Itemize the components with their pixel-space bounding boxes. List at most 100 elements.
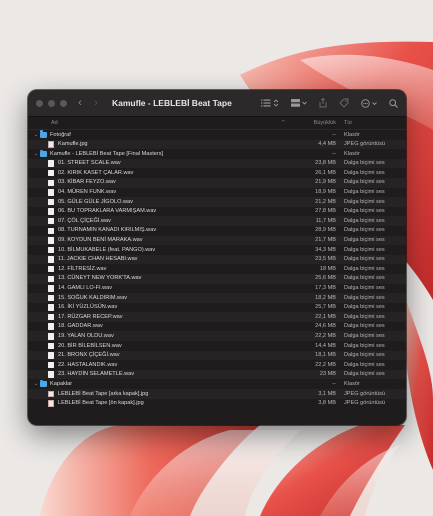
audio-file-icon bbox=[48, 333, 54, 340]
item-size: 25,6 MB bbox=[315, 275, 336, 282]
item-kind: Dalga biçimi ses bbox=[344, 208, 385, 215]
file-row[interactable]: 15. SOĞUK KALDIRIM.wav 18,2 MB Dalga biçim… bbox=[28, 293, 406, 303]
disclosure-triangle-icon[interactable]: ⌄ bbox=[34, 132, 38, 138]
item-kind: Dalga biçimi ses bbox=[344, 198, 385, 205]
item-name: 11. JACKIE CHAN HESABI.wav bbox=[58, 256, 138, 263]
item-name: Kamufle.jpg bbox=[58, 141, 88, 148]
forward-button[interactable]: › bbox=[92, 97, 100, 109]
audio-file-icon bbox=[48, 265, 54, 273]
item-size: 24,6 MB bbox=[315, 323, 336, 330]
back-button[interactable]: ‹ bbox=[76, 97, 84, 109]
file-row[interactable]: 20. BİR BİLEBİLSEN.wav 14,4 MB Dalga biçim… bbox=[28, 341, 406, 351]
item-name: 02. KIRIK KASET ÇALAR.wav bbox=[58, 169, 134, 176]
file-row[interactable]: 23. HAYDİN SELAMETLE.wav 23 MB Dalga biçim… bbox=[28, 369, 406, 380]
list-view-icon[interactable] bbox=[261, 99, 279, 107]
audio-file-icon bbox=[48, 275, 54, 282]
file-row[interactable]: 02. KIRIK KASET ÇALAR.wav 26,1 MB Dalga bi… bbox=[28, 168, 406, 178]
file-row[interactable]: LEBLEBİ Beat Tape [ön kapak].jpg 3,8 MB JP… bbox=[28, 399, 406, 409]
search-icon[interactable] bbox=[389, 98, 398, 108]
window-toolbar: ‹ › Kamufle - LEBLEBİ Beat Tape bbox=[28, 90, 406, 117]
item-size: 23 MB bbox=[319, 371, 336, 378]
item-name: 13. CÜNEYT NEW YORK'TA.wav bbox=[58, 275, 142, 282]
item-size: 34,3 MB bbox=[315, 246, 336, 253]
file-row[interactable]: 06. BU TOPRAKLARA VARMIŞAM.wav 27,8 MB Dal… bbox=[28, 207, 406, 217]
file-row[interactable]: 22. HASTALANDIK.wav 22,2 MB Dalga biçimi s… bbox=[28, 360, 406, 370]
file-row[interactable]: 04. MÜREN FUNK.wav 18,9 MB Dalga biçimi se… bbox=[28, 188, 406, 198]
window-controls bbox=[36, 99, 67, 107]
share-icon[interactable] bbox=[319, 98, 327, 108]
more-actions-icon[interactable] bbox=[361, 98, 377, 108]
item-name: 10. BİLMUKABELE (feat. PANGO).wav bbox=[58, 246, 156, 253]
item-size: 3,8 MB bbox=[318, 400, 336, 407]
audio-file-icon bbox=[48, 352, 54, 359]
folder-icon bbox=[40, 379, 47, 388]
item-name: 19. YALAN OLDU.wav bbox=[58, 332, 114, 339]
minimize-button[interactable] bbox=[48, 99, 55, 107]
column-kind-header[interactable]: Tür bbox=[344, 120, 352, 126]
item-size: 14,4 MB bbox=[315, 342, 336, 349]
item-kind: Dalga biçimi ses bbox=[344, 285, 385, 291]
audio-file-icon bbox=[48, 217, 54, 225]
item-size: 18,2 MB bbox=[315, 294, 336, 301]
audio-file-icon bbox=[48, 285, 54, 292]
item-kind: Dalga biçimi ses bbox=[344, 246, 385, 253]
file-row[interactable]: 16. İKİ YÜZLÜSÜN.wav 25,7 MB Dalga biçimi … bbox=[28, 303, 406, 313]
disclosure-triangle-icon[interactable]: ⌄ bbox=[34, 381, 38, 387]
audio-file-icon bbox=[48, 208, 54, 215]
group-view-icon[interactable] bbox=[291, 99, 307, 107]
zoom-button[interactable] bbox=[60, 99, 67, 107]
item-size: 17,3 MB bbox=[315, 285, 336, 291]
file-row[interactable]: Kamufle.jpg 4,4 MB JPEG görüntüsü bbox=[28, 139, 406, 150]
audio-file-icon bbox=[48, 198, 54, 206]
folder-icon bbox=[40, 149, 47, 157]
audio-file-icon bbox=[48, 361, 54, 369]
audio-file-icon bbox=[48, 371, 54, 378]
item-kind: Dalga biçimi ses bbox=[344, 169, 385, 176]
folder-row[interactable]: ⌄ Fotoğraf -- Klasör bbox=[28, 130, 406, 140]
item-size: 22,1 MB bbox=[315, 313, 336, 320]
column-size-header[interactable]: Büyüklük bbox=[290, 120, 336, 126]
folder-row[interactable]: ⌄ Kapaklar -- Klasör bbox=[28, 379, 406, 389]
file-row[interactable]: 07. ÇÖL ÇİÇEĞİ.wav 11,7 MB Dalga biçimi se… bbox=[28, 216, 406, 226]
file-row[interactable]: 14. GAMLI LO-FI.wav 17,3 MB Dalga biçimi s… bbox=[28, 284, 406, 294]
file-row[interactable]: 03. KİBAR FEYZO.wav 21,9 MB Dalga biçimi s… bbox=[28, 177, 406, 188]
folder-row[interactable]: ⌄ Kamufle - LEBLEBİ Beat Tape [Final Mast… bbox=[28, 149, 406, 159]
file-row[interactable]: 01. STREET SCALE.wav 23,8 MB Dalga biçimi … bbox=[28, 158, 406, 169]
column-name-header[interactable]: Ad bbox=[51, 120, 58, 126]
file-row[interactable]: 21. BRONX ÇİÇEĞİ.wav 18,1 MB Dalga biçimi … bbox=[28, 350, 406, 361]
file-row[interactable]: 11. JACKIE CHAN HESABI.wav 23,5 MB Dalga b… bbox=[28, 254, 406, 265]
file-row[interactable]: 18. GADDAR.wav 24,6 MB Dalga biçimi ses bbox=[28, 322, 406, 332]
tag-icon[interactable] bbox=[339, 98, 349, 108]
file-row[interactable]: 08. TURNAMIN KANADI KIRILMIŞ.wav 28,9 MB D… bbox=[28, 226, 406, 236]
toolbar-icons bbox=[261, 90, 398, 116]
file-row[interactable]: 17. RÜZGAR RECEP.wav 22,1 MB Dalga biçimi … bbox=[28, 312, 406, 322]
item-size: 21,7 MB bbox=[315, 237, 336, 244]
item-name: Kamufle - LEBLEBİ Beat Tape [Final Maste… bbox=[50, 150, 164, 157]
file-row[interactable]: 19. YALAN OLDU.wav 22,2 MB Dalga biçimi se… bbox=[28, 331, 406, 342]
item-size: -- bbox=[332, 131, 336, 138]
item-name: 07. ÇÖL ÇİÇEĞİ.wav bbox=[58, 217, 111, 224]
file-row[interactable]: 10. BİLMUKABELE (feat. PANGO).wav 34,3 MB… bbox=[28, 245, 406, 255]
item-size: 22,2 MB bbox=[315, 332, 336, 339]
file-row[interactable]: 13. CÜNEYT NEW YORK'TA.wav 25,6 MB Dalga b… bbox=[28, 273, 406, 284]
file-row[interactable]: LEBLEBİ Beat Tape [arka kapak].jpg 3,1 MB… bbox=[28, 389, 406, 399]
file-row[interactable]: 12. FİLTRESİZ.wav 18 MB Dalga biçimi ses bbox=[28, 264, 406, 274]
item-size: 18 MB bbox=[319, 265, 336, 272]
item-kind: JPEG görüntüsü bbox=[344, 390, 386, 397]
close-button[interactable] bbox=[36, 99, 43, 107]
audio-file-icon bbox=[48, 237, 54, 244]
file-row[interactable]: 05. GÜLE GÜLE JİGOLO.wav 21,2 MB Dalga biç… bbox=[28, 197, 406, 207]
item-size: 3,1 MB bbox=[318, 390, 336, 397]
item-size: 21,9 MB bbox=[315, 179, 336, 186]
file-row[interactable]: 09. KOYDUN BENİ MARAKA.wav 21,7 MB Dalga b… bbox=[28, 235, 406, 246]
item-kind: Klasör bbox=[344, 380, 360, 387]
item-size: 23,8 MB bbox=[315, 160, 336, 167]
item-kind: JPEG görüntüsü bbox=[344, 141, 386, 148]
item-name: 23. HAYDİN SELAMETLE.wav bbox=[58, 371, 135, 378]
item-kind: JPEG görüntüsü bbox=[344, 400, 386, 407]
item-kind: Dalga biçimi ses bbox=[344, 179, 385, 186]
item-name: 18. GADDAR.wav bbox=[58, 323, 103, 330]
item-kind: Klasör bbox=[344, 131, 360, 138]
item-name: Kapaklar bbox=[50, 380, 73, 387]
disclosure-triangle-icon[interactable]: ⌄ bbox=[34, 151, 38, 157]
